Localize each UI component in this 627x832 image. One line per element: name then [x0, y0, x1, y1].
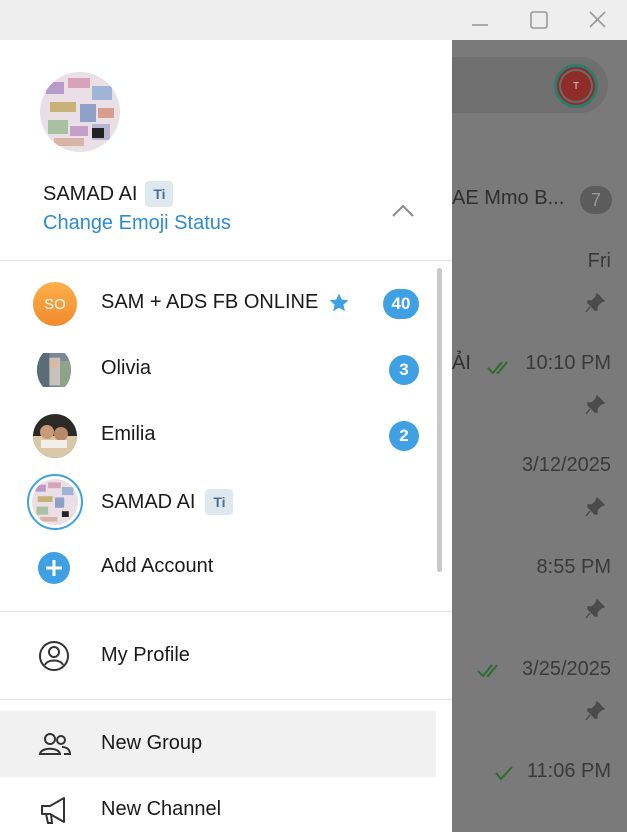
menu-item-new-channel[interactable]: New Channel — [0, 777, 436, 832]
profile-name: SAMAD AI — [43, 182, 138, 205]
pin-icon — [585, 292, 606, 313]
pin-icon — [585, 496, 606, 517]
drawer-header: SAMAD AI Ti Change Emoji Status — [0, 40, 452, 261]
group-icon — [38, 733, 72, 755]
account-item[interactable]: Olivia 3 — [0, 337, 436, 403]
pin-icon — [585, 394, 606, 415]
pin-icon — [585, 598, 606, 619]
star-icon — [329, 293, 349, 311]
window-titlebar — [0, 0, 627, 40]
account-name: Olivia — [101, 357, 152, 379]
menu-item-my-profile[interactable]: My Profile — [0, 623, 436, 689]
unread-badge: 2 — [389, 421, 419, 451]
account-item-active[interactable]: SAMAD AI Ti — [0, 469, 436, 535]
account-name-row: SAMAD AI Ti — [101, 489, 234, 515]
account-name-row: SAM + ADS FB ONLINE — [101, 291, 350, 314]
account-name: Emilia — [101, 423, 156, 445]
chat-time: 3/25/2025 — [522, 658, 611, 680]
pin-icon — [585, 700, 606, 721]
emoji-status-icon: Ti — [205, 489, 234, 515]
menu-label: My Profile — [101, 644, 190, 666]
account-name-row: Emilia — [101, 423, 155, 446]
scrollbar[interactable] — [437, 268, 442, 572]
account-item[interactable]: SO SAM + ADS FB ONLINE 40 — [0, 271, 436, 337]
chat-list-background[interactable]: T AE Mmo B... 7 Fri ẢI 10:10 PM 3/12/202… — [452, 40, 627, 832]
unread-badge: 40 — [383, 289, 419, 319]
minimize-icon[interactable] — [465, 6, 495, 34]
chat-time: 10:10 PM — [525, 352, 611, 374]
add-account-label: Add Account — [101, 555, 214, 577]
account-name: SAM + ADS FB ONLINE — [101, 291, 319, 313]
chat-time: 3/12/2025 — [522, 454, 611, 476]
unread-badge: 7 — [580, 186, 612, 214]
double-check-icon — [477, 664, 498, 678]
change-emoji-status-link[interactable]: Change Emoji Status — [43, 212, 231, 235]
chat-title: AE Mmo B... — [452, 187, 565, 209]
close-icon[interactable] — [583, 6, 613, 34]
account-avatar — [27, 474, 83, 530]
maximize-icon[interactable] — [524, 6, 554, 34]
divider — [0, 699, 452, 700]
plus-circle-icon — [38, 552, 70, 584]
double-check-icon — [487, 361, 508, 375]
chat-time: 11:06 PM — [526, 760, 611, 782]
story-avatar: T — [554, 64, 598, 108]
account-name: SAMAD AI — [101, 490, 196, 513]
check-icon — [495, 766, 513, 781]
profile-icon — [39, 641, 69, 671]
chevron-up-icon[interactable] — [390, 200, 416, 222]
side-drawer: SAMAD AI Ti Change Emoji Status SO SAM +… — [0, 40, 452, 832]
menu-label: New Group — [101, 732, 203, 754]
account-item[interactable]: Emilia 2 — [0, 403, 436, 469]
chat-title: ẢI — [452, 352, 471, 374]
account-avatar: SO — [33, 282, 77, 326]
profile-avatar[interactable] — [40, 72, 120, 152]
account-avatar — [33, 414, 77, 458]
menu-item-new-group[interactable]: New Group — [0, 711, 436, 777]
menu-label: New Channel — [101, 798, 222, 820]
chat-time: 8:55 PM — [536, 556, 611, 578]
unread-badge: 3 — [389, 355, 419, 385]
profile-name-row: SAMAD AI Ti — [43, 181, 174, 207]
chat-time: Fri — [587, 250, 611, 272]
add-account-button[interactable]: Add Account — [0, 535, 436, 601]
avatar-initial: T — [559, 69, 593, 103]
divider — [0, 611, 452, 612]
account-name-row: Olivia — [101, 357, 151, 380]
account-avatar — [37, 348, 71, 392]
megaphone-icon — [41, 797, 65, 824]
emoji-status-icon[interactable]: Ti — [145, 181, 174, 207]
